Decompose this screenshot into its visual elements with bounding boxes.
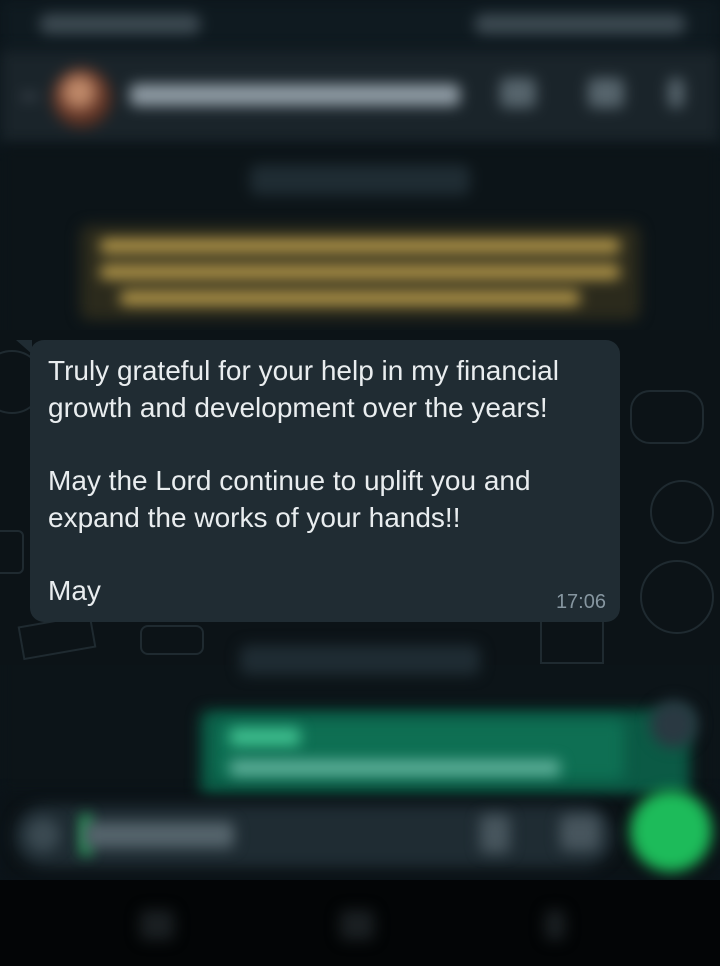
camera-icon[interactable] (560, 815, 600, 851)
back-arrow-icon[interactable]: ← (18, 79, 44, 105)
status-bar (0, 0, 720, 50)
contact-name[interactable] (130, 84, 460, 106)
encryption-notice[interactable] (80, 225, 640, 320)
phone-icon[interactable] (588, 78, 624, 108)
back-nav-icon[interactable] (545, 910, 565, 940)
more-options-icon[interactable] (668, 78, 684, 108)
quoted-reply-text (230, 760, 560, 776)
status-time (40, 14, 200, 34)
emoji-icon[interactable] (26, 818, 60, 852)
home-nav-icon[interactable] (340, 910, 374, 940)
message-line: expand the works of your hands!! (48, 502, 461, 533)
recents-nav-icon[interactable] (140, 910, 174, 940)
date-chip (240, 645, 480, 675)
attach-icon[interactable] (480, 815, 510, 853)
message-line-break (48, 536, 600, 572)
avatar[interactable] (52, 68, 112, 128)
date-chip (250, 165, 470, 195)
message-line: May the Lord continue to uplift you and (48, 465, 531, 496)
message-line: Truly grateful for your help in my finan… (48, 355, 559, 386)
mic-icon[interactable] (630, 790, 712, 872)
quoted-reply-sender (230, 728, 300, 746)
status-icons (475, 14, 685, 34)
message-line: growth and development over the years! (48, 392, 548, 423)
message-timestamp: 17:06 (555, 591, 606, 613)
incoming-message-bubble[interactable]: Truly grateful for your help in my finan… (30, 340, 620, 622)
message-placeholder (84, 822, 234, 848)
chat-header: ← (0, 50, 720, 145)
scroll-down-icon[interactable] (650, 700, 698, 748)
video-call-icon[interactable] (500, 78, 536, 108)
message-line: May (48, 575, 101, 606)
message-line-break (48, 426, 600, 462)
